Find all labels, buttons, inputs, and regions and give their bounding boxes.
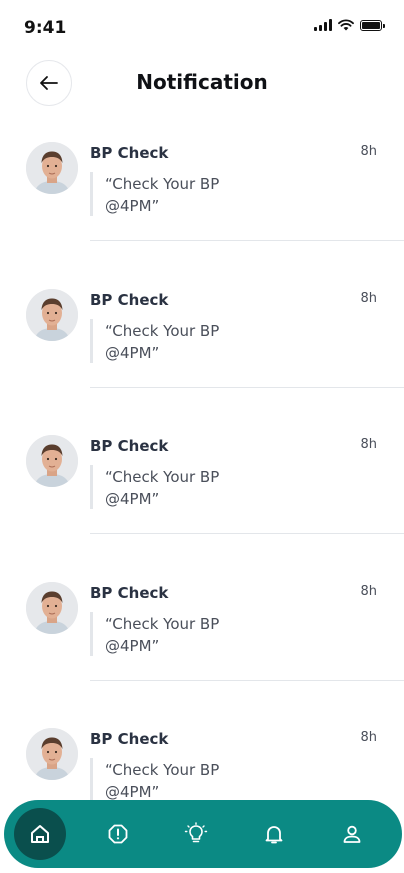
notification-item[interactable]: BP Check 8h “Check Your BP @4PM” bbox=[0, 433, 404, 580]
avatar bbox=[26, 288, 78, 341]
quote-bar bbox=[90, 318, 93, 363]
nav-tips[interactable] bbox=[170, 808, 222, 860]
nav-profile[interactable] bbox=[326, 808, 378, 860]
quote-bar bbox=[90, 172, 93, 216]
notification-message: “Check Your BP @4PM” bbox=[105, 175, 220, 215]
avatar bbox=[26, 728, 78, 780]
notification-time: 8h bbox=[360, 437, 377, 452]
home-icon bbox=[31, 825, 49, 843]
wifi-icon bbox=[338, 19, 354, 31]
notification-item[interactable]: BP Check 8h “Check Your BP @4PM” bbox=[0, 287, 404, 434]
divider bbox=[90, 533, 404, 534]
notification-time: 8h bbox=[360, 730, 377, 745]
nav-home[interactable] bbox=[14, 808, 66, 860]
lightbulb-icon bbox=[184, 822, 208, 843]
bottom-nav bbox=[4, 800, 402, 868]
nav-alerts[interactable] bbox=[92, 808, 144, 860]
status-time: 9:41 bbox=[24, 18, 67, 38]
notification-message: “Check Your BP @4PM” bbox=[105, 321, 220, 362]
page-title: Notification bbox=[136, 70, 268, 94]
notification-time: 8h bbox=[360, 290, 377, 306]
notification-time: 8h bbox=[360, 583, 377, 599]
user-icon bbox=[343, 825, 361, 843]
notification-list: BP Check 8h “Check Your BP @4PM” BP Chec… bbox=[0, 140, 404, 873]
notification-title: BP Check bbox=[90, 437, 169, 455]
notification-title: BP Check bbox=[90, 144, 169, 162]
avatar bbox=[26, 142, 78, 194]
battery-icon bbox=[360, 19, 385, 31]
notification-message: “Check Your BP @4PM” bbox=[105, 761, 220, 801]
quote-bar bbox=[90, 465, 93, 509]
quote-bar bbox=[90, 611, 93, 656]
nav-notifications[interactable] bbox=[248, 808, 300, 860]
notification-title: BP Check bbox=[90, 730, 169, 748]
cellular-signal-icon bbox=[314, 19, 332, 31]
alert-icon bbox=[108, 824, 128, 844]
bell-icon bbox=[265, 826, 283, 844]
quote-bar bbox=[90, 758, 93, 802]
notification-message: “Check Your BP @4PM” bbox=[105, 614, 220, 655]
notification-title: BP Check bbox=[90, 583, 169, 602]
notification-message: “Check Your BP @4PM” bbox=[105, 468, 220, 508]
avatar bbox=[26, 581, 78, 634]
divider bbox=[90, 386, 404, 388]
notification-time: 8h bbox=[360, 144, 377, 159]
status-icons bbox=[314, 19, 385, 31]
divider bbox=[90, 240, 404, 241]
avatar bbox=[26, 435, 78, 487]
notification-title: BP Check bbox=[90, 290, 169, 309]
notification-item[interactable]: BP Check 8h “Check Your BP @4PM” bbox=[0, 580, 404, 727]
notification-item[interactable]: BP Check 8h “Check Your BP @4PM” bbox=[0, 140, 404, 287]
divider bbox=[90, 679, 404, 681]
status-bar: 9:41 bbox=[0, 0, 404, 56]
